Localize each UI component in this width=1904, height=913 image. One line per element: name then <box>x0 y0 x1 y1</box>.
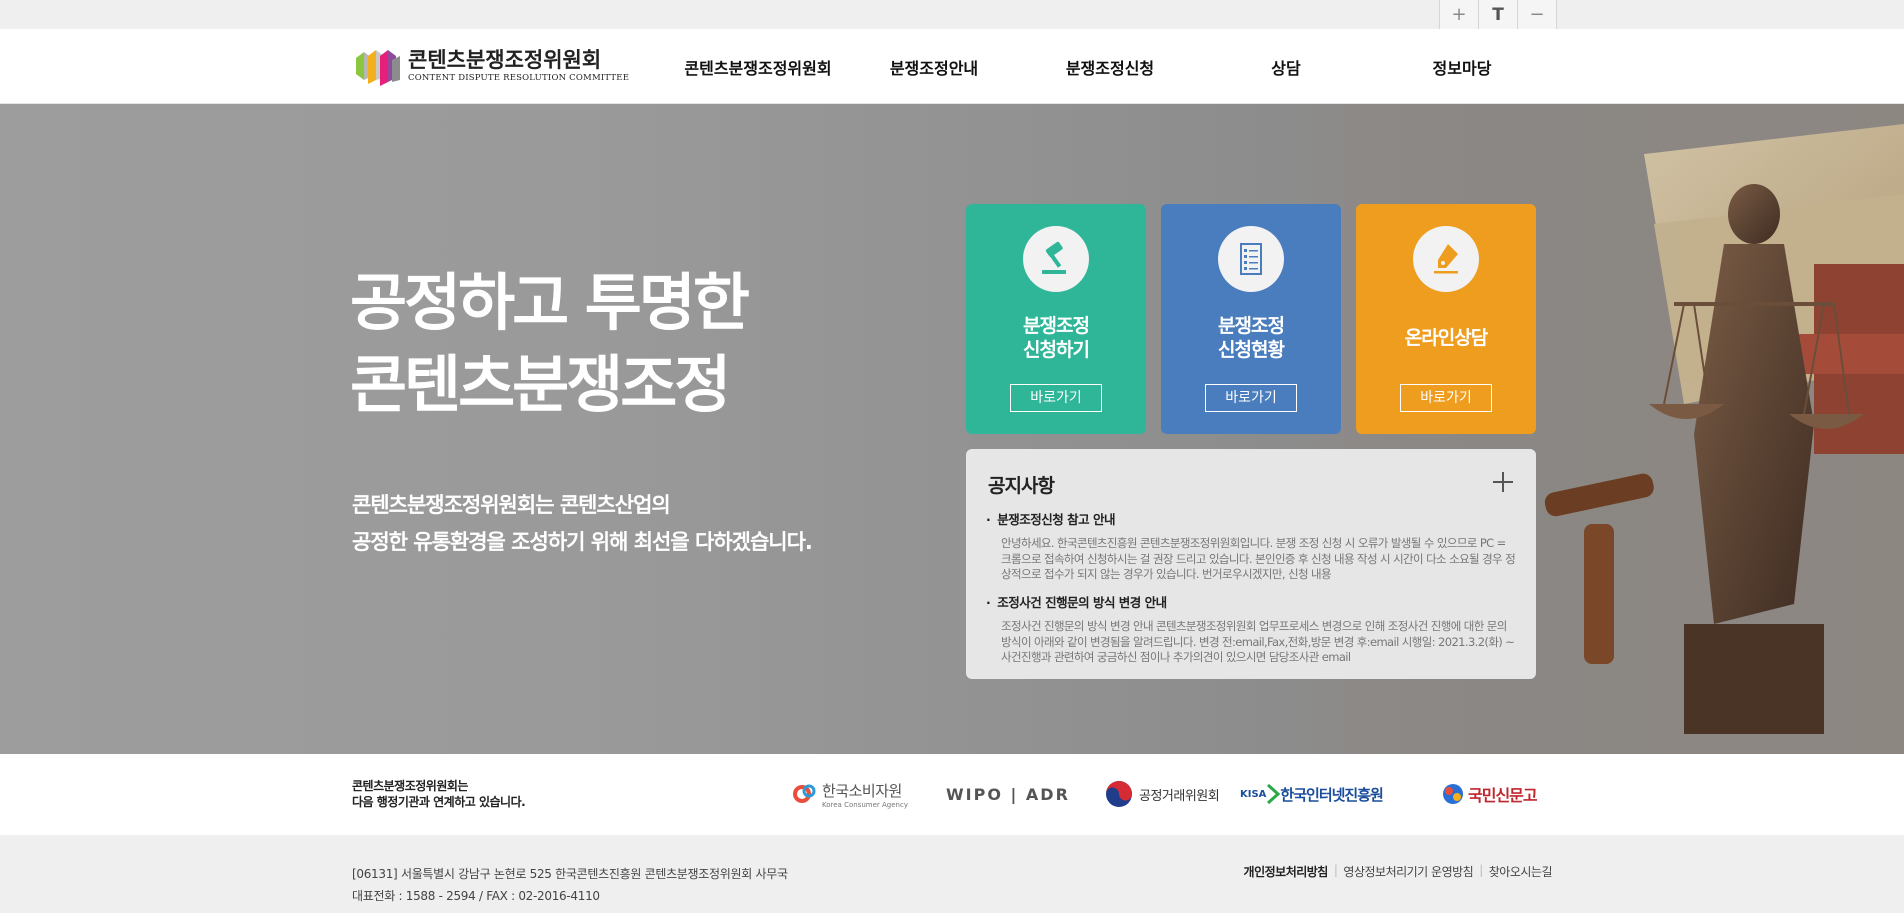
card-label-line1: 분쟁조정 <box>1023 315 1090 337</box>
logo-icon <box>356 50 400 86</box>
notice-item[interactable]: 분쟁조정신청 참고 안내 안녕하세요. 한국콘텐츠진흥원 콘텐츠분쟁조정위원회입… <box>986 509 1516 582</box>
notice-item-title[interactable]: 분쟁조정신청 참고 안내 <box>986 509 1516 528</box>
privacy-policy-link[interactable]: 개인정보처리방침 <box>1244 863 1329 880</box>
document-list-icon <box>1218 226 1284 292</box>
partner-ftc-link[interactable]: 공정거래위원회 <box>1104 772 1220 816</box>
site-header: 콘텐츠분쟁조정위원회 CONTENT DISPUTE RESOLUTION CO… <box>0 29 1904 104</box>
footer-address: [06131] 서울특별시 강남구 논현로 525 한국콘텐츠진흥원 콘텐츠분쟁… <box>352 867 788 881</box>
plus-icon[interactable] <box>1490 469 1516 495</box>
card-shortcut-button[interactable]: 바로가기 <box>1400 384 1492 412</box>
hero-subtitle: 콘텐츠분쟁조정위원회는 콘텐츠산업의 공정한 유통환경을 조성하기 위해 최선을… <box>352 487 813 561</box>
footer-separator: | <box>1333 863 1338 877</box>
partners-intro-line2: 다음 행정기관과 연계하고 있습니다. <box>352 795 526 809</box>
footer-links: 개인정보처리방침 | 영상정보처리기기 운영방침 | 찾아오시는길 <box>1244 863 1553 880</box>
hero-title-line1: 공정하고 투명한 <box>350 266 750 339</box>
card-label-apply: 분쟁조정 신청하기 <box>966 314 1146 362</box>
partners-intro: 콘텐츠분쟁조정위원회는 다음 행정기관과 연계하고 있습니다. <box>352 778 526 810</box>
zoom-out-button[interactable]: − <box>1518 0 1557 29</box>
taegeuk-icon <box>1106 781 1132 807</box>
partner-name: 한국소비자원 <box>822 781 902 800</box>
footer-phone: 대표전화 : 1588 - 2594 / FAX : 02-2016-4110 <box>352 889 600 903</box>
utility-bar: + T − <box>0 0 1904 29</box>
nav-item-mediation-guide[interactable]: 분쟁조정안내 <box>846 29 1022 104</box>
site-footer: [06131] 서울특별시 강남구 논현로 525 한국콘텐츠진흥원 콘텐츠분쟁… <box>0 835 1904 913</box>
notice-item[interactable]: 조정사건 진행문의 방식 변경 안내 조정사건 진행문의 방식 변경 안내 콘텐… <box>986 592 1516 665</box>
partner-subname: Korea Consumer Agency <box>822 800 908 809</box>
partner-wipo-link[interactable]: WIPO | ADR <box>946 772 1070 816</box>
nav-item-consultation[interactable]: 상담 <box>1198 29 1374 104</box>
partner-agencies: 콘텐츠분쟁조정위원회는 다음 행정기관과 연계하고 있습니다. 한국소비자원 K… <box>0 754 1904 835</box>
notice-item-title[interactable]: 조정사건 진행문의 방식 변경 안내 <box>986 592 1516 611</box>
notice-board: 공지사항 분쟁조정신청 참고 안내 안녕하세요. 한국콘텐츠진흥원 콘텐츠분쟁조… <box>966 449 1536 679</box>
card-label-status: 분쟁조정 신청현황 <box>1161 314 1341 362</box>
card-label-line2: 신청현황 <box>1218 339 1285 361</box>
partner-name: 국민신문고 <box>1468 786 1538 805</box>
pen-icon <box>1413 226 1479 292</box>
kca-logo-icon <box>793 784 816 803</box>
directions-link[interactable]: 찾아오시는길 <box>1489 863 1553 880</box>
card-label-line2: 신청하기 <box>1023 339 1090 361</box>
logo-english-text: CONTENT DISPUTE RESOLUTION COMMITTEE <box>408 73 630 83</box>
partner-epeople-link[interactable]: 국민신문고 <box>1440 772 1538 816</box>
footer-separator: | <box>1479 863 1483 877</box>
hero-sub-line2: 공정한 유통환경을 조성하기 위해 최선을 다하겠습니다. <box>352 530 813 554</box>
main-navigation: 콘텐츠분쟁조정위원회 분쟁조정안내 분쟁조정신청 상담 정보마당 <box>670 29 1550 104</box>
partner-kca-link[interactable]: 한국소비자원 Korea Consumer Agency <box>792 772 908 816</box>
card-shortcut-button[interactable]: 바로가기 <box>1205 384 1297 412</box>
card-shortcut-button[interactable]: 바로가기 <box>1010 384 1102 412</box>
partner-kisa-link[interactable]: KISA 한국인터넷진흥원 <box>1240 772 1384 816</box>
cctv-policy-link[interactable]: 영상정보처리기기 운영방침 <box>1343 863 1473 880</box>
nav-item-info[interactable]: 정보마당 <box>1374 29 1550 104</box>
quick-card-apply-mediation[interactable]: 분쟁조정 신청하기 바로가기 <box>966 204 1146 434</box>
hero-title: 공정하고 투명한 콘텐츠분쟁조정 <box>350 262 750 426</box>
partner-name: WIPO | ADR <box>946 784 1070 804</box>
nav-item-mediation-apply[interactable]: 분쟁조정신청 <box>1022 29 1198 104</box>
quick-card-application-status[interactable]: 분쟁조정 신청현황 바로가기 <box>1161 204 1341 434</box>
notice-item-body: 조정사건 진행문의 방식 변경 안내 콘텐츠분쟁조정위원회 업무프로세스 변경으… <box>1001 619 1515 664</box>
footer-address-block: [06131] 서울특별시 강남구 논현로 525 한국콘텐츠진흥원 콘텐츠분쟁… <box>352 863 788 907</box>
text-size-button[interactable]: T <box>1479 0 1518 29</box>
partner-name: 한국인터넷진흥원 <box>1280 785 1383 804</box>
site-logo[interactable]: 콘텐츠분쟁조정위원회 CONTENT DISPUTE RESOLUTION CO… <box>354 43 629 89</box>
kisa-logo-icon <box>1267 783 1281 805</box>
partners-intro-line1: 콘텐츠분쟁조정위원회는 <box>352 779 468 793</box>
card-label-consult: 온라인상담 <box>1404 327 1488 349</box>
font-size-controls: + T − <box>1439 0 1557 29</box>
hero-title-line2: 콘텐츠분쟁조정 <box>350 348 731 421</box>
notice-title: 공지사항 <box>988 475 1055 497</box>
partner-prefix: KISA <box>1240 788 1267 800</box>
hero-banner: 공정하고 투명한 콘텐츠분쟁조정 콘텐츠분쟁조정위원회는 콘텐츠산업의 공정한 … <box>0 104 1904 754</box>
hero-sub-line1: 콘텐츠분쟁조정위원회는 콘텐츠산업의 <box>352 493 671 517</box>
gavel-icon <box>1023 226 1089 292</box>
card-label-line1: 분쟁조정 <box>1218 315 1285 337</box>
epeople-logo-icon <box>1443 784 1463 804</box>
notice-item-body: 안녕하세요. 한국콘텐츠진흥원 콘텐츠분쟁조정위원회입니다. 분쟁 조정 신청 … <box>1001 536 1516 581</box>
nav-item-committee[interactable]: 콘텐츠분쟁조정위원회 <box>670 29 846 104</box>
zoom-in-button[interactable]: + <box>1440 0 1479 29</box>
quick-card-online-consult[interactable]: 온라인상담 바로가기 <box>1356 204 1536 434</box>
partner-name: 공정거래위원회 <box>1139 788 1220 804</box>
logo-korean-text: 콘텐츠분쟁조정위원회 <box>408 48 602 72</box>
